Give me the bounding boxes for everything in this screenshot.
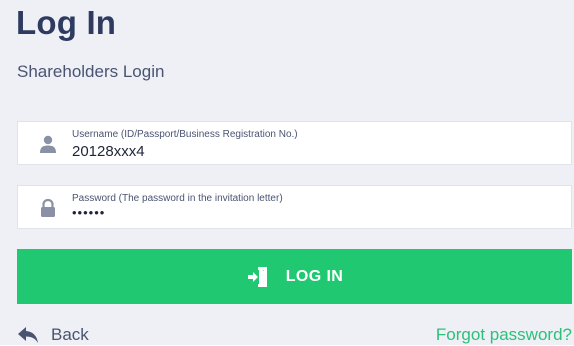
back-label: Back [51, 325, 89, 344]
username-field[interactable]: Username (ID/Passport/Business Registrat… [17, 121, 572, 165]
login-button[interactable]: LOG IN [17, 249, 572, 304]
forgot-password-link[interactable]: Forgot password? [436, 325, 572, 345]
login-icon [247, 266, 267, 287]
password-input[interactable]: •••••• [72, 205, 552, 220]
lock-icon [41, 198, 55, 217]
login-panel: Log In Shareholders Login Username (ID/P… [0, 0, 574, 345]
password-field[interactable]: Password (The password in the invitation… [17, 185, 572, 229]
login-button-label: LOG IN [285, 267, 344, 285]
back-arrow-icon [18, 327, 38, 343]
user-icon [40, 135, 56, 153]
username-label: Username (ID/Passport/Business Registrat… [72, 129, 298, 140]
username-input[interactable] [72, 143, 552, 160]
page-title: Log In [16, 4, 117, 41]
back-link[interactable]: Back [17, 324, 89, 346]
password-label: Password (The password in the invitation… [72, 193, 283, 204]
page-subtitle: Shareholders Login [17, 62, 165, 81]
